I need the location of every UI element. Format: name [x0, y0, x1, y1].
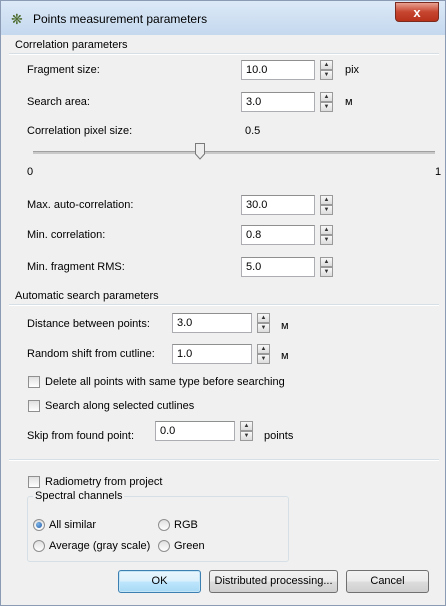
- decrement-arrow-icon[interactable]: ▼: [320, 235, 333, 245]
- all-similar-label[interactable]: All similar: [49, 519, 96, 531]
- search-area-spinner: 3.0 ▲ ▼: [241, 92, 333, 112]
- pixel-size-label: Correlation pixel size:: [27, 125, 133, 137]
- decrement-arrow-icon[interactable]: ▼: [320, 267, 333, 277]
- dialog-window: ❋ Points measurement parameters x Correl…: [0, 0, 446, 606]
- fragment-size-input[interactable]: 10.0: [241, 60, 315, 80]
- max-autocorr-label: Max. auto-correlation:: [27, 199, 134, 211]
- search-cutlines-label[interactable]: Search along selected cutlines: [45, 400, 194, 412]
- decrement-arrow-icon[interactable]: ▼: [257, 354, 270, 364]
- increment-arrow-icon[interactable]: ▲: [240, 421, 253, 431]
- skip-unit: points: [264, 430, 294, 442]
- increment-arrow-icon[interactable]: ▲: [320, 60, 333, 70]
- increment-arrow-icon[interactable]: ▲: [320, 195, 333, 205]
- slider-min-label: 0: [27, 166, 34, 178]
- delete-points-label[interactable]: Delete all points with same type before …: [45, 376, 285, 388]
- radiometry-checkbox[interactable]: [28, 476, 40, 488]
- spectral-channels-title: Spectral channels: [33, 490, 125, 502]
- dialog-body: Correlation parameters Fragment size: 10…: [9, 35, 442, 599]
- random-shift-unit: м: [281, 350, 289, 362]
- min-corr-spinner: 0.8 ▲ ▼: [241, 225, 333, 245]
- average-gray-radio[interactable]: [33, 540, 45, 552]
- max-autocorr-spinner: 30.0 ▲ ▼: [241, 195, 333, 215]
- pixel-size-slider-thumb[interactable]: [195, 143, 205, 160]
- search-cutlines-checkbox[interactable]: [28, 400, 40, 412]
- divider: [9, 459, 439, 461]
- decrement-arrow-icon[interactable]: ▼: [320, 70, 333, 80]
- min-rms-input[interactable]: 5.0: [241, 257, 315, 277]
- increment-arrow-icon[interactable]: ▲: [257, 313, 270, 323]
- fragment-size-label: Fragment size:: [27, 64, 100, 76]
- decrement-arrow-icon[interactable]: ▼: [320, 102, 333, 112]
- average-gray-label[interactable]: Average (gray scale): [49, 540, 150, 552]
- auto-search-group-title: Automatic search parameters: [15, 290, 159, 302]
- increment-arrow-icon[interactable]: ▲: [320, 92, 333, 102]
- increment-arrow-icon[interactable]: ▲: [320, 257, 333, 267]
- skip-spinner: 0.0 ▲ ▼: [155, 421, 253, 441]
- title-bar[interactable]: ❋ Points measurement parameters x: [1, 1, 445, 35]
- distributed-processing-button[interactable]: Distributed processing...: [209, 570, 338, 593]
- search-area-label: Search area:: [27, 96, 90, 108]
- slider-max-label: 1: [435, 166, 442, 178]
- random-shift-spinner: 1.0 ▲ ▼: [172, 344, 270, 364]
- fragment-size-spinner: 10.0 ▲ ▼: [241, 60, 333, 80]
- rgb-label[interactable]: RGB: [174, 519, 198, 531]
- green-label[interactable]: Green: [174, 540, 205, 552]
- correlation-group-title: Correlation parameters: [15, 39, 128, 51]
- radiometry-label[interactable]: Radiometry from project: [45, 476, 162, 488]
- pixel-size-slider-track[interactable]: [33, 151, 435, 154]
- fragment-size-unit: pix: [345, 64, 360, 76]
- min-corr-label: Min. correlation:: [27, 229, 106, 241]
- min-rms-label: Min. fragment RMS:: [27, 261, 125, 273]
- search-area-unit: м: [345, 96, 353, 108]
- max-autocorr-input[interactable]: 30.0: [241, 195, 315, 215]
- app-icon: ❋: [11, 11, 23, 27]
- skip-label: Skip from found point:: [27, 430, 135, 442]
- window-title: Points measurement parameters: [33, 12, 208, 26]
- all-similar-radio[interactable]: [33, 519, 45, 531]
- distance-label: Distance between points:: [27, 318, 150, 330]
- divider: [9, 53, 439, 55]
- rgb-radio[interactable]: [158, 519, 170, 531]
- decrement-arrow-icon[interactable]: ▼: [320, 205, 333, 215]
- radio-selected-dot: [36, 522, 42, 528]
- increment-arrow-icon[interactable]: ▲: [257, 344, 270, 354]
- random-shift-label: Random shift from cutline:: [27, 348, 155, 360]
- decrement-arrow-icon[interactable]: ▼: [240, 431, 253, 441]
- decrement-arrow-icon[interactable]: ▼: [257, 323, 270, 333]
- pixel-size-value: 0.5: [245, 125, 261, 137]
- close-button[interactable]: x: [395, 2, 439, 22]
- min-rms-spinner: 5.0 ▲ ▼: [241, 257, 333, 277]
- delete-points-checkbox[interactable]: [28, 376, 40, 388]
- ok-button[interactable]: OK: [118, 570, 201, 593]
- min-corr-input[interactable]: 0.8: [241, 225, 315, 245]
- skip-input[interactable]: 0.0: [155, 421, 235, 441]
- divider: [9, 304, 439, 306]
- distance-unit: м: [281, 320, 289, 332]
- increment-arrow-icon[interactable]: ▲: [320, 225, 333, 235]
- green-radio[interactable]: [158, 540, 170, 552]
- distance-spinner: 3.0 ▲ ▼: [172, 313, 270, 333]
- search-area-input[interactable]: 3.0: [241, 92, 315, 112]
- random-shift-input[interactable]: 1.0: [172, 344, 252, 364]
- distance-input[interactable]: 3.0: [172, 313, 252, 333]
- cancel-button[interactable]: Cancel: [346, 570, 429, 593]
